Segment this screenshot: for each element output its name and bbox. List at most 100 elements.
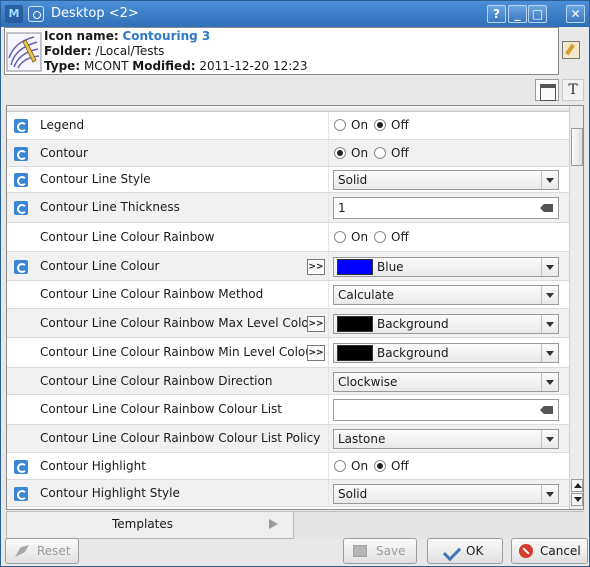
param-combo[interactable]: Lastone: [333, 429, 559, 449]
chevron-down-icon[interactable]: [541, 373, 558, 391]
save-icon: [353, 545, 367, 557]
modified-date: 2011-12-20 12:23: [199, 59, 308, 73]
save-button[interactable]: Save: [343, 538, 417, 564]
radio-off-label: Off: [391, 230, 409, 244]
chevron-down-icon[interactable]: [541, 485, 558, 503]
param-text-input[interactable]: [333, 399, 559, 421]
text-input-value: 1: [338, 201, 346, 215]
clear-icon[interactable]: [540, 204, 553, 212]
reset-param-icon[interactable]: [14, 201, 28, 215]
text-view-button[interactable]: T: [562, 79, 584, 101]
chevron-down-icon[interactable]: [541, 286, 558, 304]
gui-view-button[interactable]: [535, 79, 559, 101]
colour-combo[interactable]: Background: [333, 343, 559, 363]
more-options-button[interactable]: >>: [307, 259, 325, 275]
radio-on-indicator[interactable]: [334, 460, 346, 472]
column-divider: [328, 140, 329, 166]
radio-off-indicator[interactable]: [374, 119, 386, 131]
radio-off-indicator[interactable]: [374, 147, 386, 159]
folder-label: Folder:: [44, 44, 92, 58]
reset-param-icon[interactable]: [14, 460, 28, 474]
cancel-button-label: Cancel: [540, 544, 581, 558]
more-options-button[interactable]: >>: [307, 316, 325, 332]
clear-icon[interactable]: [540, 406, 553, 414]
chevron-down-icon[interactable]: [541, 344, 558, 362]
parameter-row: Legend On Off: [7, 112, 569, 140]
cancel-button[interactable]: Cancel: [511, 538, 588, 564]
chevron-down-icon[interactable]: [541, 171, 558, 189]
more-options-button[interactable]: >>: [307, 345, 325, 361]
radio-off[interactable]: Off: [374, 230, 409, 244]
colour-name: Blue: [377, 260, 404, 274]
radio-on[interactable]: On: [334, 230, 368, 244]
combo-value: Clockwise: [338, 375, 398, 389]
reset-param-icon[interactable]: [14, 487, 28, 501]
radio-off-indicator[interactable]: [374, 231, 386, 243]
reset-param-icon[interactable]: [14, 173, 28, 187]
column-divider: [328, 309, 329, 337]
scroll-down-icon[interactable]: [571, 493, 583, 506]
radio-on-indicator[interactable]: [334, 119, 346, 131]
param-text-input[interactable]: 1: [333, 197, 559, 219]
reset-param-icon[interactable]: [14, 147, 28, 161]
help-icon[interactable]: ?: [487, 5, 506, 23]
radio-on-indicator[interactable]: [334, 147, 346, 159]
ok-button-label: OK: [466, 544, 484, 558]
radio-off[interactable]: Off: [374, 118, 409, 132]
bottom-tab-bar: Templates: [6, 511, 584, 539]
icon-name: Contouring 3: [122, 29, 211, 43]
radio-on[interactable]: On: [334, 146, 368, 160]
param-combo[interactable]: Solid: [333, 484, 559, 504]
param-label: Contour Highlight Style: [40, 486, 180, 500]
chevron-down-icon[interactable]: [541, 430, 558, 448]
radio-off[interactable]: Off: [374, 459, 409, 473]
reset-button[interactable]: Reset: [5, 538, 79, 564]
play-icon[interactable]: [269, 519, 278, 529]
scroll-up-icon[interactable]: [571, 479, 583, 492]
reset-param-icon[interactable]: [14, 119, 28, 133]
radio-on-indicator[interactable]: [334, 231, 346, 243]
colour-combo[interactable]: Blue: [333, 257, 559, 277]
param-combo[interactable]: Calculate: [333, 285, 559, 305]
column-divider: [328, 338, 329, 367]
column-divider: [328, 223, 329, 251]
param-label: Contour Highlight: [40, 459, 146, 473]
param-combo[interactable]: Clockwise: [333, 372, 559, 392]
scrollbar-thumb[interactable]: [571, 128, 583, 166]
radio-on[interactable]: On: [334, 459, 368, 473]
column-divider: [328, 453, 329, 479]
colour-name: Background: [377, 346, 449, 360]
param-label: Legend: [40, 118, 85, 132]
column-divider: [328, 480, 329, 506]
colour-combo[interactable]: Background: [333, 314, 559, 334]
radio-off-indicator[interactable]: [374, 460, 386, 472]
radio-on[interactable]: On: [334, 118, 368, 132]
parameter-row: Contour Line Colour Rainbow Method Calcul…: [7, 281, 569, 309]
window-menu-icon[interactable]: [28, 6, 44, 22]
ok-button[interactable]: OK: [427, 538, 503, 564]
parameter-row: Contour Line Colour Rainbow Direction Clo…: [7, 368, 569, 395]
tab-templates[interactable]: Templates: [6, 512, 294, 539]
param-label: Contour Line Colour Rainbow Colour List: [40, 402, 282, 416]
chevron-down-icon[interactable]: [541, 258, 558, 276]
param-label: Contour Line Colour Rainbow Colour List …: [40, 431, 321, 445]
radio-off-label: Off: [391, 459, 409, 473]
combo-value: Calculate: [338, 288, 395, 302]
metview-icon[interactable]: M: [5, 5, 23, 23]
vertical-scrollbar[interactable]: [569, 106, 583, 509]
parameter-row: Contour Line Thickness 1: [7, 193, 569, 223]
parameter-row: Contour Line Colour Rainbow On Off: [7, 223, 569, 252]
param-combo[interactable]: Solid: [333, 170, 559, 190]
combo-value: Solid: [338, 173, 368, 187]
title-bar[interactable]: M Desktop <2> ? _ □ ✕: [1, 1, 589, 27]
radio-on-label: On: [351, 459, 369, 473]
minimize-icon[interactable]: _: [508, 5, 527, 23]
chevron-down-icon[interactable]: [541, 315, 558, 333]
radio-off[interactable]: Off: [374, 146, 409, 160]
reset-param-icon[interactable]: [14, 260, 28, 274]
edit-notes-icon[interactable]: [562, 41, 580, 59]
close-icon[interactable]: ✕: [566, 5, 585, 23]
maximize-icon[interactable]: □: [528, 5, 547, 23]
parameter-row: Contour Highlight On Off: [7, 453, 569, 480]
parameter-row: Contour Line Colour >> Blue: [7, 252, 569, 281]
